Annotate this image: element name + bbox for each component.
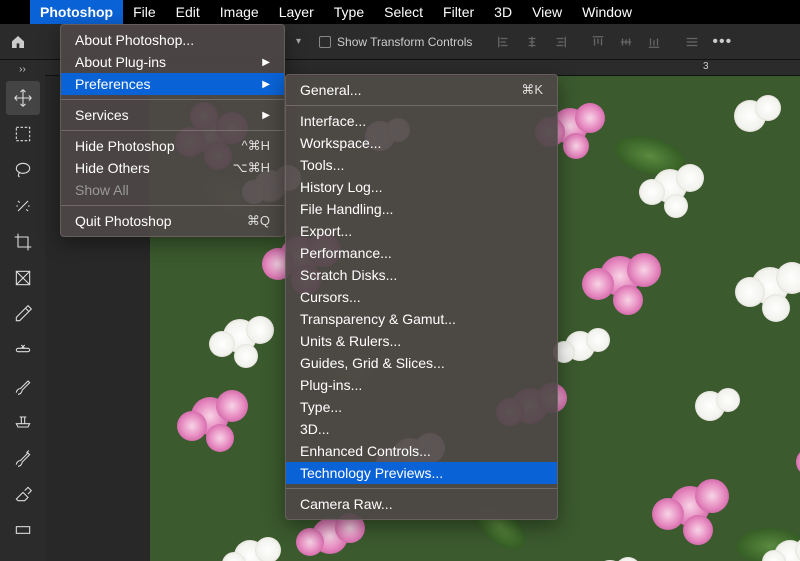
menu-view[interactable]: View bbox=[522, 0, 572, 24]
menu-type[interactable]: Type bbox=[324, 0, 374, 24]
chevron-down-icon[interactable]: ▾ bbox=[296, 36, 301, 47]
pref-history-log[interactable]: History Log... bbox=[286, 176, 557, 198]
distribute-button[interactable] bbox=[680, 30, 704, 54]
pref-tools[interactable]: Tools... bbox=[286, 154, 557, 176]
pref-workspace[interactable]: Workspace... bbox=[286, 132, 557, 154]
pref-camera-raw[interactable]: Camera Raw... bbox=[286, 493, 557, 515]
menu-quit-photoshop[interactable]: Quit Photoshop⌘Q bbox=[61, 210, 284, 232]
preferences-submenu: General...⌘K Interface... Workspace... T… bbox=[285, 74, 558, 520]
align-bottom-button[interactable] bbox=[642, 30, 666, 54]
submenu-arrow-icon: ▶ bbox=[262, 57, 270, 68]
menu-separator bbox=[286, 488, 557, 489]
show-transform-label: Show Transform Controls bbox=[337, 35, 472, 49]
pref-transparency-gamut[interactable]: Transparency & Gamut... bbox=[286, 308, 557, 330]
menu-filter[interactable]: Filter bbox=[433, 0, 484, 24]
frame-tool[interactable] bbox=[6, 261, 40, 295]
menu-image[interactable]: Image bbox=[210, 0, 269, 24]
toolbar: ›› bbox=[0, 60, 45, 561]
pref-file-handling[interactable]: File Handling... bbox=[286, 198, 557, 220]
eraser-tool[interactable] bbox=[6, 477, 40, 511]
history-brush-tool[interactable] bbox=[6, 441, 40, 475]
clone-stamp-tool[interactable] bbox=[6, 405, 40, 439]
pref-3d[interactable]: 3D... bbox=[286, 418, 557, 440]
show-transform-checkbox[interactable] bbox=[319, 36, 331, 48]
menu-about-plugins[interactable]: About Plug-ins▶ bbox=[61, 51, 284, 73]
healing-brush-tool[interactable] bbox=[6, 333, 40, 367]
menu-separator bbox=[61, 130, 284, 131]
magic-wand-tool[interactable] bbox=[6, 189, 40, 223]
menu-separator bbox=[286, 105, 557, 106]
pref-cursors[interactable]: Cursors... bbox=[286, 286, 557, 308]
gradient-tool[interactable] bbox=[6, 513, 40, 547]
pref-units-rulers[interactable]: Units & Rulers... bbox=[286, 330, 557, 352]
pref-export[interactable]: Export... bbox=[286, 220, 557, 242]
align-top-button[interactable] bbox=[586, 30, 610, 54]
align-group bbox=[492, 30, 704, 54]
pref-general[interactable]: General...⌘K bbox=[286, 79, 557, 101]
menu-hide-others[interactable]: Hide Others⌥⌘H bbox=[61, 157, 284, 179]
pref-enhanced-controls[interactable]: Enhanced Controls... bbox=[286, 440, 557, 462]
pref-type[interactable]: Type... bbox=[286, 396, 557, 418]
lasso-tool[interactable] bbox=[6, 153, 40, 187]
ruler-tick: 3 bbox=[703, 61, 709, 72]
more-options-button[interactable]: ••• bbox=[712, 33, 732, 51]
pref-scratch-disks[interactable]: Scratch Disks... bbox=[286, 264, 557, 286]
menu-hide-photoshop[interactable]: Hide Photoshop^⌘H bbox=[61, 135, 284, 157]
menu-photoshop[interactable]: Photoshop bbox=[30, 0, 123, 24]
eyedropper-tool[interactable] bbox=[6, 297, 40, 331]
menu-separator bbox=[61, 99, 284, 100]
pref-technology-previews[interactable]: Technology Previews... bbox=[286, 462, 557, 484]
menu-window[interactable]: Window bbox=[572, 0, 642, 24]
submenu-arrow-icon: ▶ bbox=[262, 79, 270, 90]
toolbar-expand-icon[interactable]: ›› bbox=[19, 64, 26, 80]
photoshop-menu-dropdown: About Photoshop... About Plug-ins▶ Prefe… bbox=[60, 24, 285, 237]
align-hcenter-button[interactable] bbox=[520, 30, 544, 54]
menu-about-photoshop[interactable]: About Photoshop... bbox=[61, 29, 284, 51]
menu-preferences[interactable]: Preferences▶ bbox=[61, 73, 284, 95]
menu-file[interactable]: File bbox=[123, 0, 166, 24]
rect-marquee-tool[interactable] bbox=[6, 117, 40, 151]
menu-separator bbox=[61, 205, 284, 206]
menu-3d[interactable]: 3D bbox=[484, 0, 522, 24]
pref-plugins[interactable]: Plug-ins... bbox=[286, 374, 557, 396]
menu-layer[interactable]: Layer bbox=[269, 0, 324, 24]
align-vcenter-button[interactable] bbox=[614, 30, 638, 54]
menu-edit[interactable]: Edit bbox=[166, 0, 210, 24]
menu-show-all: Show All bbox=[61, 179, 284, 201]
align-left-button[interactable] bbox=[492, 30, 516, 54]
submenu-arrow-icon: ▶ bbox=[262, 110, 270, 121]
move-tool[interactable] bbox=[6, 81, 40, 115]
align-right-button[interactable] bbox=[548, 30, 572, 54]
brush-tool[interactable] bbox=[6, 369, 40, 403]
pref-guides-grid-slices[interactable]: Guides, Grid & Slices... bbox=[286, 352, 557, 374]
menu-bar: Photoshop File Edit Image Layer Type Sel… bbox=[0, 0, 800, 24]
crop-tool[interactable] bbox=[6, 225, 40, 259]
pref-interface[interactable]: Interface... bbox=[286, 110, 557, 132]
menu-services[interactable]: Services▶ bbox=[61, 104, 284, 126]
pref-performance[interactable]: Performance... bbox=[286, 242, 557, 264]
menu-select[interactable]: Select bbox=[374, 0, 433, 24]
home-button[interactable] bbox=[0, 24, 36, 60]
